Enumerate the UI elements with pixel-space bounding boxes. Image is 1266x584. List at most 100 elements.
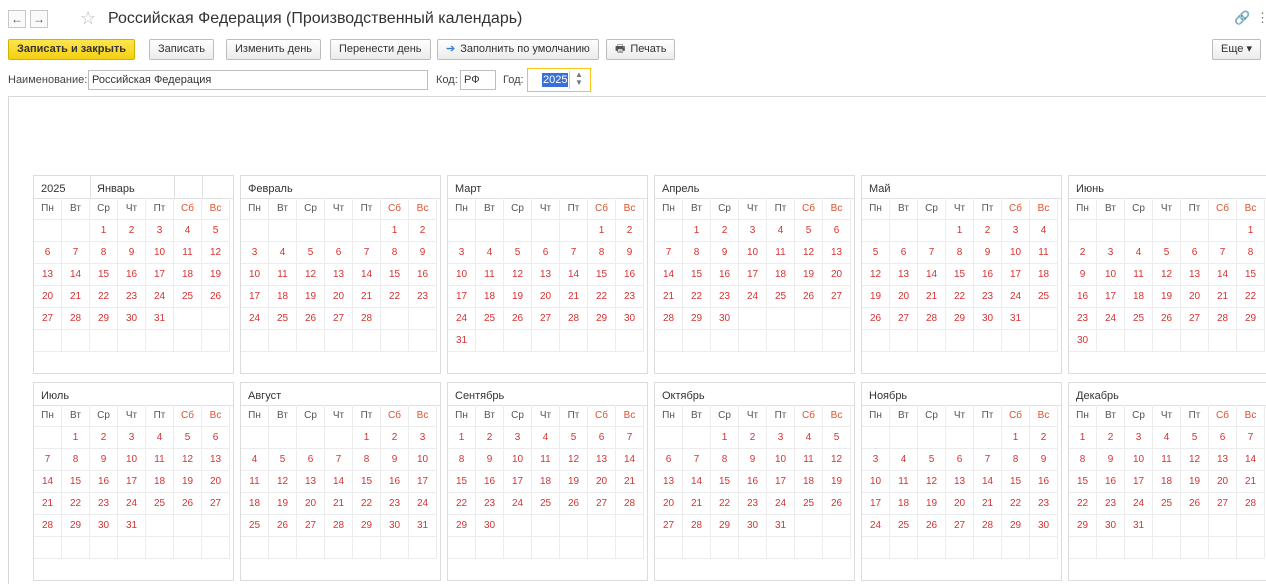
day-cell[interactable]: 10: [739, 242, 767, 264]
day-cell[interactable]: 30: [476, 515, 504, 537]
day-cell[interactable]: 17: [1002, 264, 1030, 286]
day-cell[interactable]: 31: [1002, 308, 1030, 330]
day-cell[interactable]: 30: [1097, 515, 1125, 537]
day-cell[interactable]: [862, 427, 890, 449]
day-cell[interactable]: [448, 537, 476, 559]
day-cell[interactable]: 22: [1002, 493, 1030, 515]
day-cell[interactable]: 27: [532, 308, 560, 330]
day-cell[interactable]: 25: [795, 493, 823, 515]
day-cell[interactable]: [174, 537, 202, 559]
day-cell[interactable]: [1237, 515, 1265, 537]
day-cell[interactable]: 23: [1030, 493, 1058, 515]
day-cell[interactable]: 10: [1002, 242, 1030, 264]
day-cell[interactable]: [202, 515, 230, 537]
day-cell[interactable]: [711, 537, 739, 559]
day-cell[interactable]: [476, 537, 504, 559]
day-cell[interactable]: [795, 330, 823, 352]
day-cell[interactable]: 5: [504, 242, 532, 264]
day-cell[interactable]: 16: [1069, 286, 1097, 308]
day-cell[interactable]: [241, 330, 269, 352]
day-cell[interactable]: [90, 537, 118, 559]
day-cell[interactable]: 26: [504, 308, 532, 330]
day-cell[interactable]: [1209, 330, 1237, 352]
day-cell[interactable]: 22: [683, 286, 711, 308]
day-cell[interactable]: 2: [1069, 242, 1097, 264]
year-spinner[interactable]: ▲ ▼: [569, 71, 588, 89]
day-cell[interactable]: 29: [448, 515, 476, 537]
day-cell[interactable]: [297, 330, 325, 352]
day-cell[interactable]: 23: [974, 286, 1002, 308]
day-cell[interactable]: 4: [1153, 427, 1181, 449]
day-cell[interactable]: [918, 537, 946, 559]
day-cell[interactable]: [409, 330, 437, 352]
day-cell[interactable]: [767, 537, 795, 559]
day-cell[interactable]: 13: [823, 242, 851, 264]
day-cell[interactable]: 12: [202, 242, 230, 264]
day-cell[interactable]: 7: [325, 449, 353, 471]
day-cell[interactable]: 4: [1125, 242, 1153, 264]
day-cell[interactable]: [325, 220, 353, 242]
day-cell[interactable]: 15: [1237, 264, 1265, 286]
day-cell[interactable]: 4: [146, 427, 174, 449]
day-cell[interactable]: [974, 330, 1002, 352]
day-cell[interactable]: [448, 220, 476, 242]
day-cell[interactable]: 4: [532, 427, 560, 449]
arrow-right-icon[interactable]: →: [30, 10, 48, 28]
day-cell[interactable]: [34, 537, 62, 559]
day-cell[interactable]: 19: [560, 471, 588, 493]
day-cell[interactable]: [560, 537, 588, 559]
day-cell[interactable]: [62, 330, 90, 352]
day-cell[interactable]: 1: [1069, 427, 1097, 449]
day-cell[interactable]: 4: [174, 220, 202, 242]
day-cell[interactable]: 29: [353, 515, 381, 537]
day-cell[interactable]: 20: [946, 493, 974, 515]
day-cell[interactable]: 12: [1153, 264, 1181, 286]
day-cell[interactable]: 19: [1153, 286, 1181, 308]
day-cell[interactable]: 23: [409, 286, 437, 308]
day-cell[interactable]: 14: [655, 264, 683, 286]
day-cell[interactable]: 26: [823, 493, 851, 515]
day-cell[interactable]: [297, 220, 325, 242]
day-cell[interactable]: 27: [946, 515, 974, 537]
day-cell[interactable]: 9: [1030, 449, 1058, 471]
day-cell[interactable]: 7: [353, 242, 381, 264]
day-cell[interactable]: 31: [448, 330, 476, 352]
day-cell[interactable]: 21: [974, 493, 1002, 515]
day-cell[interactable]: [241, 427, 269, 449]
day-cell[interactable]: [823, 330, 851, 352]
day-cell[interactable]: 30: [711, 308, 739, 330]
day-cell[interactable]: 5: [269, 449, 297, 471]
day-cell[interactable]: 2: [616, 220, 644, 242]
day-cell[interactable]: [560, 515, 588, 537]
day-cell[interactable]: [146, 515, 174, 537]
day-cell[interactable]: 31: [1125, 515, 1153, 537]
day-cell[interactable]: [823, 515, 851, 537]
day-cell[interactable]: 8: [448, 449, 476, 471]
day-cell[interactable]: 13: [202, 449, 230, 471]
day-cell[interactable]: 10: [767, 449, 795, 471]
day-cell[interactable]: 30: [1069, 330, 1097, 352]
day-cell[interactable]: 15: [1002, 471, 1030, 493]
day-cell[interactable]: 29: [683, 308, 711, 330]
day-cell[interactable]: 17: [118, 471, 146, 493]
day-cell[interactable]: [476, 330, 504, 352]
day-cell[interactable]: 28: [62, 308, 90, 330]
day-cell[interactable]: 21: [325, 493, 353, 515]
day-cell[interactable]: 27: [1181, 308, 1209, 330]
day-cell[interactable]: 4: [890, 449, 918, 471]
day-cell[interactable]: [353, 220, 381, 242]
day-cell[interactable]: 18: [1125, 286, 1153, 308]
day-cell[interactable]: 30: [1030, 515, 1058, 537]
day-cell[interactable]: [1125, 537, 1153, 559]
day-cell[interactable]: 20: [890, 286, 918, 308]
day-cell[interactable]: 8: [381, 242, 409, 264]
day-cell[interactable]: [1153, 515, 1181, 537]
day-cell[interactable]: 2: [118, 220, 146, 242]
day-cell[interactable]: 11: [532, 449, 560, 471]
day-cell[interactable]: 6: [1181, 242, 1209, 264]
day-cell[interactable]: 8: [1237, 242, 1265, 264]
day-cell[interactable]: 31: [767, 515, 795, 537]
day-cell[interactable]: 9: [409, 242, 437, 264]
day-cell[interactable]: 9: [739, 449, 767, 471]
day-cell[interactable]: [325, 427, 353, 449]
